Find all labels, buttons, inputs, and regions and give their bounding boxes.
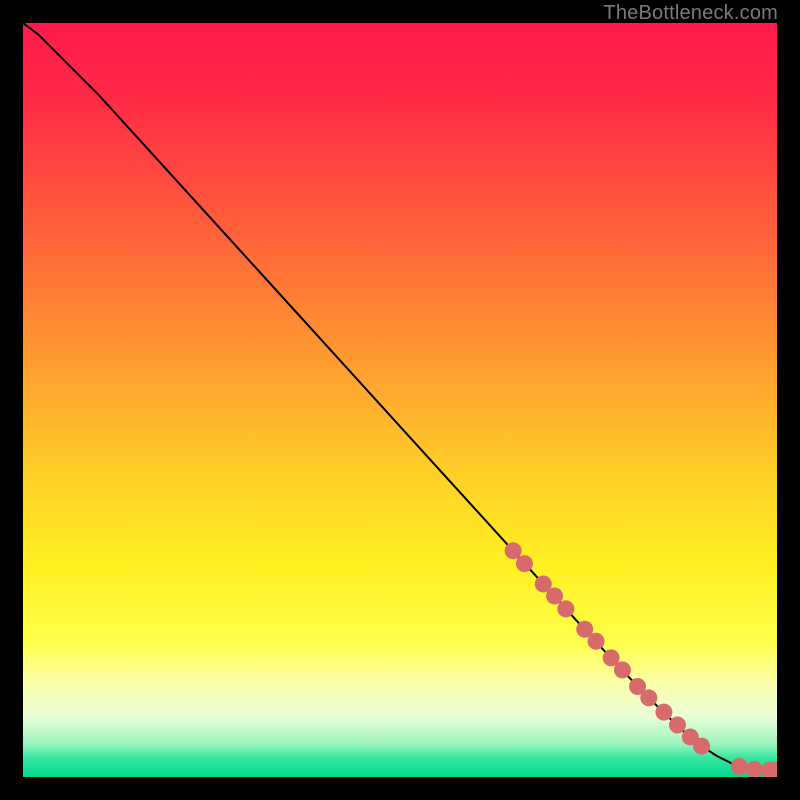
- dot: [731, 758, 748, 775]
- dot: [655, 704, 672, 721]
- chart-stage: TheBottleneck.com: [0, 0, 800, 800]
- dot: [505, 542, 522, 559]
- dot: [546, 588, 563, 605]
- watermark-label: TheBottleneck.com: [603, 2, 778, 25]
- dot: [516, 555, 533, 572]
- dot: [640, 689, 657, 706]
- chart-plot-area: [23, 23, 777, 777]
- dot: [614, 661, 631, 678]
- dot: [588, 633, 605, 650]
- dot: [669, 716, 686, 733]
- chart-svg: [23, 23, 777, 777]
- dot: [557, 600, 574, 617]
- dot: [693, 738, 710, 755]
